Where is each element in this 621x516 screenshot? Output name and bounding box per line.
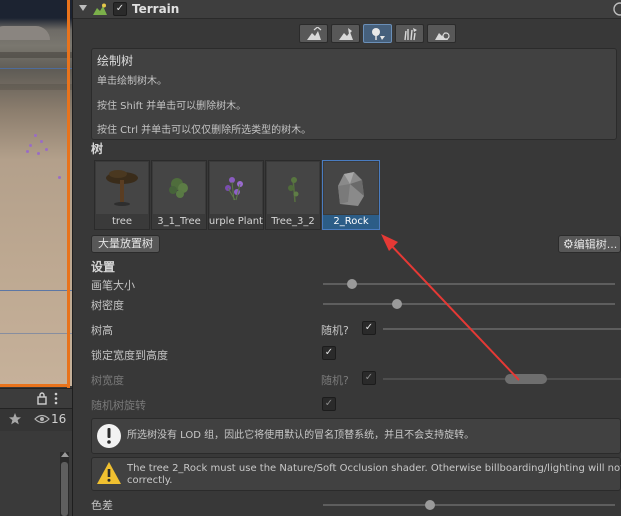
random-height-label: 随机? — [321, 324, 349, 337]
tree-prototype-tile[interactable]: tree — [94, 160, 150, 230]
panel-splitter[interactable] — [72, 0, 73, 516]
help-line-3: 按住 Ctrl 并单击可以仅仅删除所选类型的树木。 — [97, 125, 312, 136]
lod-info-box: 所选树没有 LOD 组，因此它将使用默认的冒名顶替系统，并且不会支持旋转。 — [91, 418, 621, 454]
terrain-component-icon — [93, 3, 107, 18]
paint-details-icon — [403, 27, 417, 40]
paint-trees-icon — [371, 27, 385, 40]
settings-header: 设置 — [91, 260, 116, 274]
scene-toolbar — [0, 388, 72, 409]
tree-prototype-tile-selected[interactable]: 2_Rock — [322, 160, 380, 230]
brush-size-slider[interactable] — [323, 278, 615, 290]
brush-size-knob[interactable] — [347, 279, 357, 289]
raise-lower-terrain-tool[interactable] — [299, 24, 328, 43]
lock-icon[interactable] — [36, 391, 48, 408]
random-rotation-checkbox: ✓ — [322, 397, 336, 411]
shader-warning-line-1: The tree 2_Rock must use the Nature/Soft… — [127, 463, 621, 474]
tree-width-range-thumb — [505, 374, 547, 384]
scene-selection-outline-bottom — [0, 384, 70, 387]
tree-width-label: 树宽度 — [91, 374, 124, 387]
lod-info-text: 所选树没有 LOD 组，因此它将使用默认的冒名顶替系统，并且不会支持旋转。 — [127, 430, 475, 441]
lock-width-to-height-checkbox[interactable]: ✓ — [322, 346, 336, 360]
info-icon — [96, 423, 122, 452]
random-rotation-label: 随机树旋转 — [91, 399, 146, 412]
rock-preview — [324, 162, 378, 214]
help-icon[interactable] — [613, 2, 621, 19]
tree-height-label: 树高 — [91, 324, 113, 337]
foldout-arrow-icon[interactable] — [79, 5, 87, 11]
tree-density-slider[interactable] — [323, 298, 615, 310]
tree-preview — [153, 162, 205, 214]
color-variation-knob[interactable] — [425, 500, 435, 510]
random-width-checkbox: ✓ — [362, 371, 376, 385]
hierarchy-toolbar: 16 — [0, 408, 72, 432]
edit-trees-button[interactable]: ⚙编辑树... — [558, 235, 621, 253]
paint-details-tool[interactable] — [395, 24, 424, 43]
tree-prototype-tile[interactable]: Tree_3_2 — [265, 160, 321, 230]
edit-trees-label: 编辑树... — [573, 238, 618, 251]
tree-prototype-label: Tree_3_2 — [271, 216, 315, 227]
tree-prototype-tile[interactable]: 3_1_Tree — [151, 160, 207, 230]
lock-width-to-height-label: 锁定宽度到高度 — [91, 349, 168, 362]
tree-preview — [96, 162, 148, 214]
tree-preview — [210, 162, 262, 214]
visibility-count: 16 — [51, 412, 67, 426]
paint-terrain-tool[interactable] — [331, 24, 360, 43]
component-enabled-checkbox[interactable]: ✓ — [113, 2, 127, 16]
random-width-label: 随机? — [321, 374, 349, 387]
tree-density-knob[interactable] — [392, 299, 402, 309]
tree-prototype-label: Purple Plant — [209, 216, 263, 227]
tree-density-label: 树密度 — [91, 299, 124, 312]
scene-view[interactable] — [0, 0, 72, 386]
color-variation-label: 色差 — [91, 499, 113, 512]
shader-warning-box: The tree 2_Rock must use the Nature/Soft… — [91, 457, 621, 491]
tree-prototype-tile[interactable]: Purple Plant — [208, 160, 264, 230]
component-title: Terrain — [132, 2, 180, 16]
help-line-1: 单击绘制树木。 — [97, 76, 167, 87]
trees-section-header: 树 — [91, 142, 104, 156]
tree-prototype-label: 3_1_Tree — [157, 216, 201, 227]
brush-size-label: 画笔大小 — [91, 279, 135, 292]
gear-icon: ⚙ — [563, 237, 574, 251]
color-variation-slider[interactable] — [323, 499, 615, 511]
hierarchy-scrollbar[interactable] — [60, 452, 69, 516]
help-line-2: 按住 Shift 并单击可以删除树木。 — [97, 101, 247, 112]
random-height-checkbox[interactable]: ✓ — [362, 321, 376, 335]
scene-selection-outline — [67, 0, 70, 388]
shader-warning-line-2: correctly. — [127, 475, 173, 486]
tree-prototype-label: 2_Rock — [323, 215, 379, 229]
terrain-settings-icon — [434, 31, 450, 40]
raise-lower-terrain-icon — [306, 26, 321, 40]
mass-place-trees-button[interactable]: 大量放置树 — [91, 235, 160, 253]
visibility-eye-icon[interactable] — [34, 414, 50, 427]
tree-preview — [267, 162, 319, 214]
tree-width-range-slider — [383, 373, 621, 385]
tool-help-box: 绘制树 单击绘制树木。 按住 Shift 并单击可以删除树木。 按住 Ctrl … — [91, 48, 617, 140]
warning-icon — [96, 461, 122, 488]
paint-trees-tool[interactable] — [363, 24, 392, 43]
tree-prototype-label: tree — [111, 216, 133, 227]
tree-height-range-slider[interactable] — [383, 323, 621, 335]
menu-icon[interactable] — [54, 392, 58, 408]
terrain-tool-toolbar — [299, 24, 456, 44]
paint-terrain-icon — [338, 27, 353, 40]
help-title: 绘制树 — [97, 54, 134, 68]
favorite-star-icon[interactable] — [8, 412, 22, 429]
terrain-settings-tool[interactable] — [427, 24, 456, 43]
